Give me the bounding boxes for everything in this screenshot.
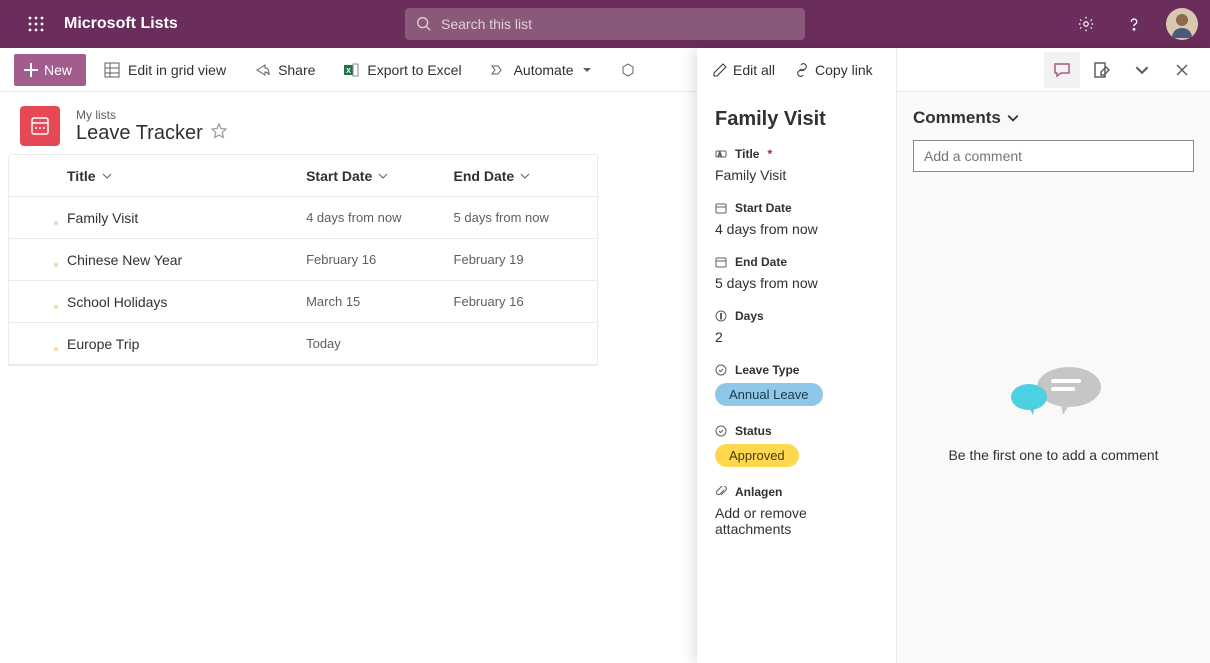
comment-input[interactable] — [913, 140, 1194, 172]
share-button[interactable]: Share — [244, 54, 325, 86]
table-row[interactable]: Chinese New Year February 16 February 19 — [9, 239, 597, 281]
chevron-down-icon — [102, 171, 112, 181]
cell-end: 5 days from now — [454, 210, 597, 225]
cell-start: Today — [306, 336, 453, 351]
svg-text:i: i — [720, 314, 722, 321]
share-label: Share — [278, 62, 315, 78]
panel-actions — [897, 48, 1210, 92]
plus-icon — [24, 63, 38, 77]
table-row[interactable]: Europe Trip Today — [9, 323, 597, 365]
excel-icon: X — [343, 62, 359, 78]
app-name: Microsoft Lists — [64, 15, 178, 33]
column-header-start[interactable]: Start Date — [306, 168, 453, 184]
leave-type-pill: Annual Leave — [715, 383, 823, 406]
cell-title: Europe Trip — [9, 336, 306, 352]
comments-panel: Comments Be the first one to add a comme… — [897, 48, 1210, 663]
choice-icon — [715, 425, 727, 437]
calendar-icon — [715, 202, 727, 214]
share-icon — [254, 62, 270, 78]
integrate-button[interactable] — [610, 54, 646, 86]
calendar-icon — [715, 256, 727, 268]
edit-all-button[interactable]: Edit all — [705, 54, 783, 86]
svg-text:A: A — [718, 152, 722, 158]
table-header-row: Title Start Date End Date — [9, 155, 597, 197]
list-meta: My lists Leave Tracker — [76, 108, 227, 145]
empty-text: Be the first one to add a comment — [948, 447, 1158, 463]
chevron-down-icon — [582, 65, 592, 75]
grid-icon — [104, 62, 120, 78]
automate-label: Automate — [514, 62, 574, 78]
field-attachments[interactable]: Anlagen Add or remove attachments — [715, 485, 878, 537]
item-title: Family Visit — [715, 108, 878, 131]
table-row[interactable]: Family Visit 4 days from now 5 days from… — [9, 197, 597, 239]
data-table: Title Start Date End Date Family Visit 4… — [8, 154, 598, 366]
field-leave-type[interactable]: Leave Type Annual Leave — [715, 363, 878, 406]
gear-icon[interactable] — [1070, 8, 1102, 40]
field-start-date[interactable]: Start Date 4 days from now — [715, 201, 878, 237]
details-form: Edit all Copy link Family Visit A Title … — [697, 48, 897, 663]
search-icon — [415, 15, 433, 38]
search-container — [405, 8, 805, 40]
cell-title: Family Visit — [9, 210, 306, 226]
cell-start: February 16 — [306, 252, 453, 267]
app-launcher-icon[interactable] — [12, 0, 60, 48]
avatar[interactable] — [1166, 8, 1198, 40]
chevron-down-icon — [520, 171, 530, 181]
page-title: Leave Tracker — [76, 122, 227, 145]
number-icon: i — [715, 310, 727, 322]
list-icon — [20, 106, 60, 146]
column-header-title[interactable]: Title — [9, 168, 306, 184]
comments-icon[interactable] — [1044, 52, 1080, 88]
cell-title: School Holidays — [9, 294, 306, 310]
chevron-down-icon — [378, 171, 388, 181]
text-field-icon: A — [715, 148, 727, 160]
export-excel-button[interactable]: X Export to Excel — [333, 54, 471, 86]
app-header: Microsoft Lists — [0, 0, 1210, 48]
close-icon[interactable] — [1164, 52, 1200, 88]
breadcrumb[interactable]: My lists — [76, 108, 227, 122]
export-label: Export to Excel — [367, 62, 461, 78]
header-right — [1070, 8, 1198, 40]
column-header-end[interactable]: End Date — [454, 168, 597, 184]
cell-end: February 16 — [454, 294, 597, 309]
field-end-date[interactable]: End Date 5 days from now — [715, 255, 878, 291]
table-row[interactable]: School Holidays March 15 February 16 — [9, 281, 597, 323]
cell-start: 4 days from now — [306, 210, 453, 225]
cell-start: March 15 — [306, 294, 453, 309]
details-panel: Edit all Copy link Family Visit A Title … — [697, 48, 1210, 663]
pencil-icon — [713, 63, 727, 77]
help-icon[interactable] — [1118, 8, 1150, 40]
edit-form-icon[interactable] — [1084, 52, 1120, 88]
choice-icon — [715, 364, 727, 376]
new-button[interactable]: New — [14, 54, 86, 86]
field-title[interactable]: A Title * Family Visit — [715, 147, 878, 183]
comments-body: Comments Be the first one to add a comme… — [897, 92, 1210, 663]
new-button-label: New — [44, 62, 72, 78]
cell-end: February 19 — [454, 252, 597, 267]
attachment-icon — [715, 486, 727, 498]
edit-grid-button[interactable]: Edit in grid view — [94, 54, 236, 86]
chevron-down-icon — [1007, 112, 1019, 124]
list-name-text: Leave Tracker — [76, 122, 203, 145]
details-toolbar: Edit all Copy link — [697, 48, 896, 92]
favorite-star-icon[interactable] — [211, 122, 227, 145]
field-days[interactable]: i Days 2 — [715, 309, 878, 345]
integrate-icon — [620, 62, 636, 78]
field-status[interactable]: Status Approved — [715, 424, 878, 467]
svg-text:X: X — [347, 68, 352, 75]
link-icon — [795, 63, 809, 77]
empty-state: Be the first one to add a comment — [913, 172, 1194, 647]
copy-link-button[interactable]: Copy link — [787, 54, 881, 86]
empty-comments-icon — [999, 357, 1109, 427]
comments-heading[interactable]: Comments — [913, 108, 1194, 128]
edit-grid-label: Edit in grid view — [128, 62, 226, 78]
automate-button[interactable]: Automate — [480, 54, 602, 86]
expand-icon[interactable] — [1124, 52, 1160, 88]
details-body: Family Visit A Title * Family Visit Star… — [697, 92, 896, 663]
status-pill: Approved — [715, 444, 799, 467]
flow-icon — [490, 62, 506, 78]
cell-title: Chinese New Year — [9, 252, 306, 268]
search-input[interactable] — [405, 8, 805, 40]
required-asterisk: * — [767, 147, 772, 161]
